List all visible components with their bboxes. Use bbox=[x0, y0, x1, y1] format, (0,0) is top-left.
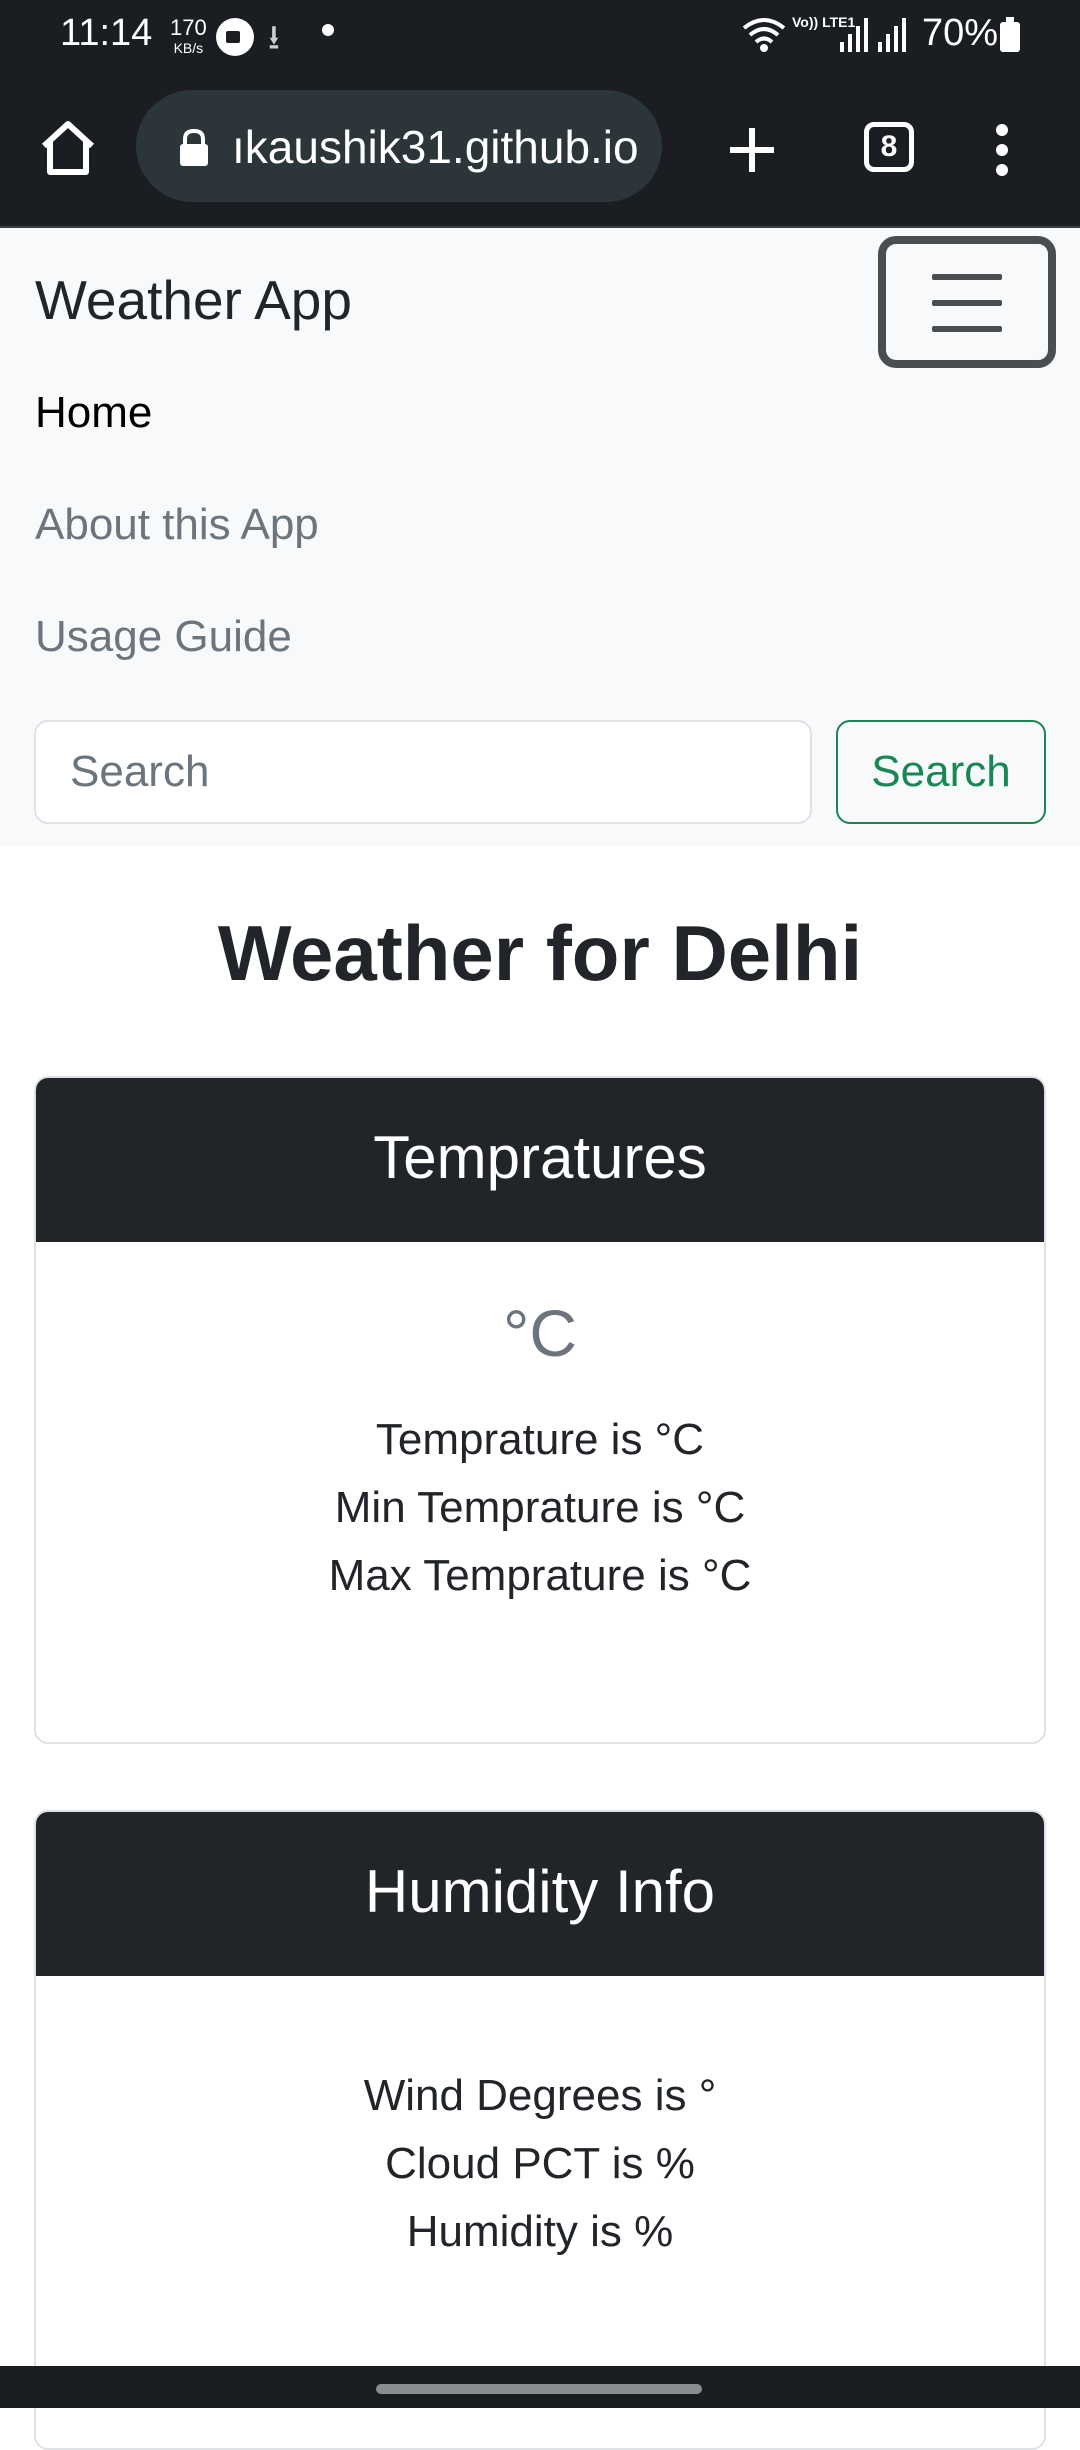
network-speed: 170 KB/s bbox=[170, 15, 207, 58]
navbar: Weather App Home About this App Usage Gu… bbox=[0, 228, 1080, 846]
url-text: ıkaushik31.github.io bbox=[232, 121, 639, 173]
max-temperature-line: Max Temprature is °C bbox=[328, 1551, 752, 1600]
wind-degrees-line: Wind Degrees is ° bbox=[363, 2071, 717, 2120]
gesture-bar bbox=[0, 2366, 1080, 2408]
temperature-card-header: Tempratures bbox=[36, 1078, 1044, 1242]
tab-switcher-button[interactable]: 8 bbox=[864, 122, 914, 172]
nav-link-about[interactable]: About this App bbox=[35, 500, 319, 550]
new-tab-icon[interactable] bbox=[720, 118, 784, 182]
network-speed-unit: KB/s bbox=[173, 40, 204, 56]
url-bar[interactable]: ıkaushik31.github.io bbox=[136, 90, 662, 202]
cloud-pct-line: Cloud PCT is % bbox=[385, 2139, 695, 2188]
nav-link-usage-guide[interactable]: Usage Guide bbox=[35, 612, 292, 662]
humidity-line: Humidity is % bbox=[406, 2207, 674, 2256]
notification-dot-icon bbox=[322, 24, 334, 36]
signal-icon-2 bbox=[878, 18, 906, 52]
home-icon[interactable] bbox=[36, 116, 100, 180]
status-time: 11:14 bbox=[60, 12, 153, 54]
humidity-card: Humidity Info Wind Degrees is ° Cloud PC… bbox=[34, 1810, 1046, 2450]
hamburger-icon bbox=[902, 264, 1032, 342]
search-button[interactable]: Search bbox=[836, 720, 1046, 824]
lock-icon bbox=[180, 128, 208, 166]
battery-percent: 70% bbox=[922, 12, 999, 54]
wifi-icon bbox=[742, 18, 786, 52]
more-menu-icon[interactable] bbox=[984, 118, 1020, 182]
signal-icon bbox=[840, 18, 868, 52]
battery-icon bbox=[1000, 17, 1020, 52]
status-bar: 11:14 170 KB/s ⭳ Vo)) LTE1 70% bbox=[0, 0, 1080, 74]
humidity-card-header: Humidity Info bbox=[36, 1812, 1044, 1976]
download-icon: ⭳ bbox=[268, 19, 280, 57]
navbar-brand[interactable]: Weather App bbox=[35, 268, 352, 332]
home-gesture-handle[interactable] bbox=[376, 2384, 702, 2394]
navbar-toggler-button[interactable] bbox=[878, 236, 1056, 368]
browser-toolbar: ıkaushik31.github.io 8 bbox=[0, 74, 1080, 228]
temperature-card-body: °C Temprature is °C Min Temprature is °C… bbox=[36, 1242, 1044, 1610]
page-title: Weather for Delhi bbox=[217, 909, 863, 997]
min-temperature-line: Min Temprature is °C bbox=[334, 1483, 746, 1532]
humidity-card-body: Wind Degrees is ° Cloud PCT is % Humidit… bbox=[36, 1976, 1044, 2266]
temperature-card: Tempratures °C Temprature is °C Min Temp… bbox=[34, 1076, 1046, 1744]
temperature-value: °C bbox=[502, 1296, 578, 1370]
network-speed-value: 170 bbox=[170, 15, 207, 40]
search-input[interactable] bbox=[34, 720, 812, 824]
temperature-line: Temprature is °C bbox=[375, 1415, 705, 1464]
screen-record-icon bbox=[216, 18, 254, 56]
nav-link-home[interactable]: Home bbox=[35, 388, 152, 438]
